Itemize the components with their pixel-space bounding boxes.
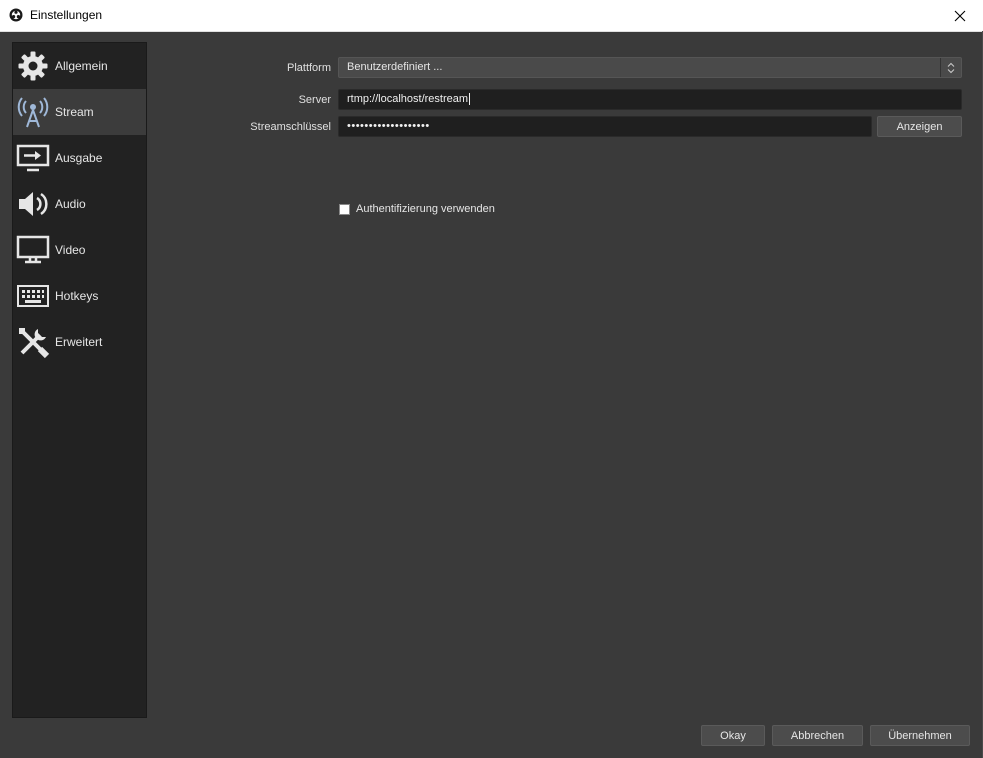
show-key-button[interactable]: Anzeigen [877,116,962,137]
sidebar-item-label: Stream [55,105,94,119]
settings-sidebar: Allgemein Stream Ausgabe Audio Video Hot… [12,42,147,718]
monitor-icon [13,227,53,273]
sidebar-item-label: Allgemein [55,59,108,73]
window-title: Einstellungen [30,8,103,22]
ok-button-label: Okay [720,729,746,742]
sidebar-item-label: Hotkeys [55,289,99,303]
sidebar-item-label: Erweitert [55,335,103,349]
spin-arrows-icon [940,58,961,77]
apply-button-label: Übernehmen [888,729,952,742]
tools-icon [13,319,53,365]
cancel-button-label: Abbrechen [790,729,845,742]
speaker-icon [13,181,53,227]
sidebar-item-audio[interactable]: Audio [13,181,146,227]
auth-checkbox[interactable] [339,203,350,215]
keyboard-icon [13,273,53,319]
close-button[interactable] [937,0,983,31]
obs-logo-icon [9,8,23,22]
cancel-button[interactable]: Abbrechen [772,725,863,746]
title-bar: Einstellungen [0,0,983,32]
stream-key-input[interactable]: ••••••••••••••••••• [338,116,872,137]
apply-button[interactable]: Übernehmen [870,725,970,746]
settings-window: Einstellungen Allgemein Stream Ausgabe A… [0,0,983,758]
ok-button[interactable]: Okay [701,725,765,746]
sidebar-item-hotkeys[interactable]: Hotkeys [13,273,146,319]
sidebar-item-ausgabe[interactable]: Ausgabe [13,135,146,181]
sidebar-item-label: Audio [55,197,86,211]
sidebar-item-video[interactable]: Video [13,227,146,273]
platform-select[interactable]: Benutzerdefiniert ... [338,57,962,78]
close-icon [954,10,966,21]
sidebar-item-stream[interactable]: Stream [13,89,146,135]
server-label: Server [298,94,331,106]
broadcast-tower-icon [13,89,53,135]
platform-label: Plattform [286,62,331,74]
sidebar-item-label: Video [55,243,86,257]
platform-value: Benutzerdefiniert ... [347,61,443,73]
text-caret [469,93,471,106]
stream-key-label: Streamschlüssel [250,121,331,133]
auth-checkbox-label: Authentifizierung verwenden [356,203,495,215]
sidebar-item-erweitert[interactable]: Erweitert [13,319,146,365]
output-icon [13,135,53,181]
server-input[interactable]: rtmp://localhost/restream [338,89,962,110]
show-key-button-label: Anzeigen [896,120,943,133]
auth-checkbox-row[interactable]: Authentifizierung verwenden [339,203,495,215]
sidebar-item-label: Ausgabe [55,151,103,165]
stream-key-value: ••••••••••••••••••• [347,120,430,132]
server-value: rtmp://localhost/restream [347,93,469,105]
sidebar-item-allgemein[interactable]: Allgemein [13,43,146,89]
gear-icon [13,43,53,89]
